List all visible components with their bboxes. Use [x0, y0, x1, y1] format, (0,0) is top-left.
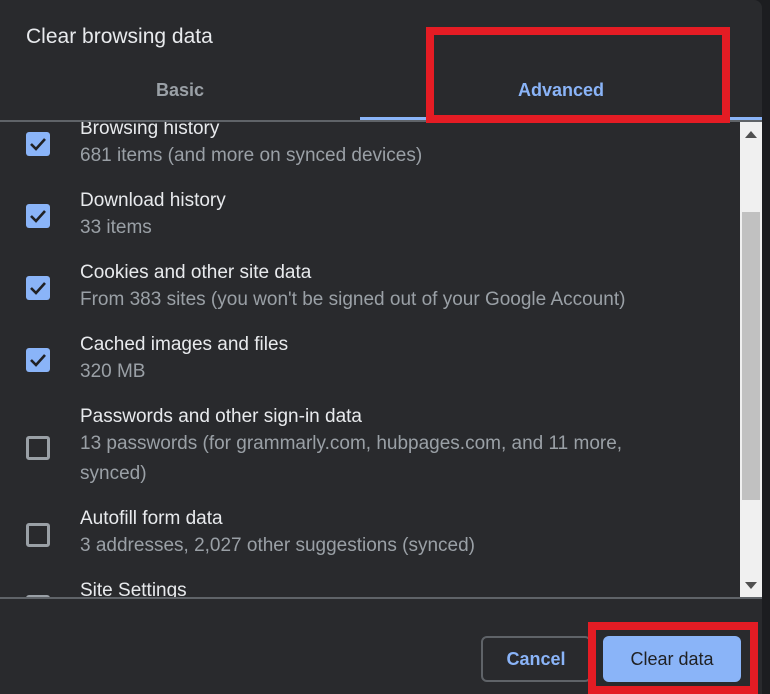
- checkbox-cookies[interactable]: [26, 276, 50, 300]
- item-description: 320 MB: [80, 361, 146, 382]
- item-description: From 383 sites (you won't be signed out …: [80, 289, 626, 310]
- item-description: 13 passwords (for grammarly.com, hubpage…: [80, 433, 623, 484]
- checkmark-icon: [30, 354, 46, 367]
- item-description: 33 items: [80, 217, 152, 238]
- arrow-up-icon: [745, 131, 757, 138]
- clear-browsing-data-dialog: Clear browsing data Basic Advanced Brows…: [0, 0, 762, 694]
- scroll-up-button[interactable]: [740, 122, 762, 146]
- active-tab-indicator: [360, 117, 762, 120]
- checkmark-icon: [30, 210, 46, 223]
- checkbox-autofill[interactable]: [26, 523, 50, 547]
- dialog-title: Clear browsing data: [26, 25, 213, 48]
- item-label: Browsing history: [80, 122, 220, 139]
- item-label: Download history: [80, 190, 226, 211]
- checkmark-icon: [30, 138, 46, 151]
- clear-data-button[interactable]: Clear data: [603, 636, 741, 682]
- scrollbar-thumb[interactable]: [742, 212, 760, 500]
- tab-basic[interactable]: Basic: [0, 60, 360, 120]
- item-label: Cached images and files: [80, 334, 289, 355]
- tab-advanced[interactable]: Advanced: [360, 60, 762, 120]
- tab-bar: Basic Advanced: [0, 60, 762, 122]
- item-description: 3 addresses, 2,027 other suggestions (sy…: [80, 535, 476, 556]
- arrow-down-icon: [745, 582, 757, 589]
- data-type-list: Browsing history 681 items (and more on …: [0, 122, 740, 598]
- item-label: Passwords and other sign-in data: [80, 406, 362, 427]
- checkbox-download-history[interactable]: [26, 204, 50, 228]
- checkbox-cached-images[interactable]: [26, 348, 50, 372]
- cancel-button[interactable]: Cancel: [481, 636, 591, 682]
- checkbox-browsing-history[interactable]: [26, 132, 50, 156]
- scroll-down-button[interactable]: [740, 574, 762, 598]
- scrollbar[interactable]: [740, 122, 762, 598]
- item-label: Autofill form data: [80, 508, 223, 529]
- footer-divider: [0, 597, 762, 599]
- item-description: 681 items (and more on synced devices): [80, 145, 423, 166]
- checkbox-passwords[interactable]: [26, 436, 50, 460]
- checkmark-icon: [30, 282, 46, 295]
- item-label: Site Settings: [80, 580, 187, 598]
- item-label: Cookies and other site data: [80, 262, 312, 283]
